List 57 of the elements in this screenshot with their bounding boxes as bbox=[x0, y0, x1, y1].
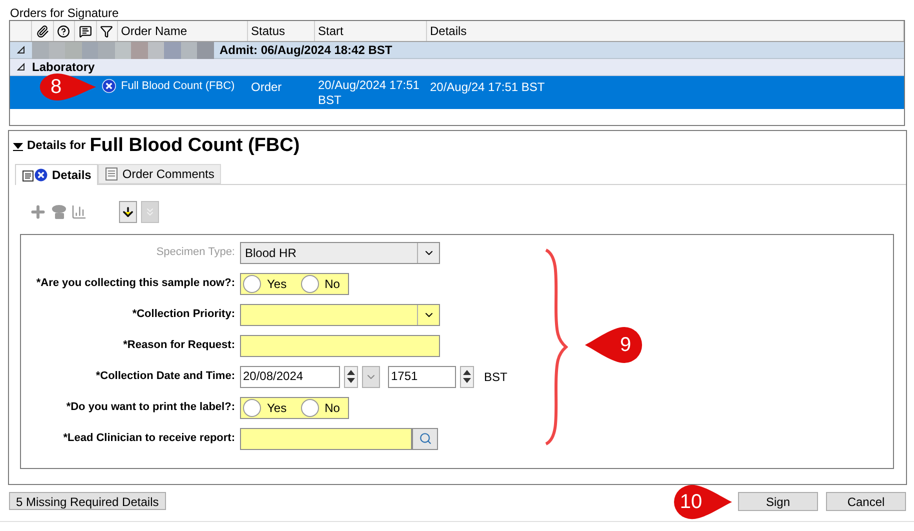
expand-toggle-icon[interactable] bbox=[17, 46, 25, 54]
tab[interactable]: Details bbox=[15, 164, 98, 185]
bar-chart-icon[interactable] bbox=[71, 204, 87, 220]
field-label: *Do you want to print the label?: bbox=[66, 400, 235, 416]
search-button[interactable] bbox=[412, 428, 438, 450]
radio-option[interactable]: Yes bbox=[243, 398, 295, 416]
date-field[interactable]: 20/08/2024 bbox=[240, 366, 340, 388]
missing-details-button[interactable]: 5 Missing Required Details bbox=[9, 492, 166, 510]
column-header[interactable]: Status bbox=[248, 21, 315, 41]
move-down-button[interactable] bbox=[119, 201, 137, 223]
cancel-circle-icon bbox=[34, 168, 48, 182]
group-row[interactable]: Laboratory bbox=[10, 59, 904, 76]
radio-option[interactable]: Yes bbox=[243, 274, 295, 292]
column-header[interactable]: Start bbox=[315, 21, 427, 41]
filter-icon[interactable] bbox=[100, 24, 114, 38]
document-icon bbox=[105, 167, 118, 181]
table-cell-text: Full Blood Count (FBC) bbox=[120, 79, 236, 94]
field-label: *Collection Date and Time: bbox=[96, 369, 235, 384]
collapse-toggle-icon[interactable] bbox=[13, 143, 23, 151]
field-label: *Lead Clinician to receive report: bbox=[63, 431, 235, 446]
table-cell-text: 20/Aug/24 17:51 BST bbox=[429, 79, 546, 96]
expand-toggle-icon[interactable] bbox=[17, 63, 25, 71]
double-chevron-icon bbox=[144, 206, 156, 218]
field-label: Specimen Type: bbox=[156, 245, 235, 260]
cancel-circle-icon bbox=[102, 79, 116, 93]
lookup-field[interactable] bbox=[240, 428, 412, 450]
encounter-row[interactable]: Admit: 06/Aug/2024 18:42 BST bbox=[10, 42, 904, 59]
field-label: *Collection Priority: bbox=[132, 307, 235, 322]
encounter-label: Admit: 06/Aug/2024 18:42 BST bbox=[220, 42, 392, 59]
radio-option[interactable]: No bbox=[300, 398, 348, 416]
arrow-down-icon bbox=[121, 205, 135, 219]
window-title: Orders for Signature bbox=[10, 5, 119, 22]
field-label: *Are you collecting this sample now?: bbox=[36, 276, 235, 292]
group-label: Laboratory bbox=[32, 59, 95, 76]
search-icon bbox=[418, 432, 432, 445]
details-title: Full Blood Count (FBC) bbox=[90, 135, 300, 157]
tab[interactable]: Order Comments bbox=[98, 164, 222, 184]
dropdown-field[interactable] bbox=[240, 304, 440, 326]
time-zone: BST bbox=[484, 368, 508, 386]
spin-buttons[interactable] bbox=[460, 366, 474, 388]
dialog-button[interactable]: Cancel bbox=[826, 492, 906, 511]
field-label: *Reason for Request: bbox=[123, 338, 235, 354]
radio-option[interactable]: No bbox=[300, 274, 348, 292]
dialog-button[interactable]: Sign bbox=[738, 492, 818, 511]
details-prefix: Details for bbox=[27, 137, 86, 154]
table-cell-text: 20/Aug/2024 17:51 BST bbox=[317, 78, 420, 108]
add-icon[interactable] bbox=[29, 203, 47, 221]
text-field[interactable] bbox=[240, 334, 440, 356]
time-field[interactable]: 1751 bbox=[388, 366, 456, 388]
column-header[interactable]: Order Name bbox=[118, 21, 248, 41]
paperclip-icon[interactable] bbox=[36, 24, 49, 38]
column-header[interactable]: Details bbox=[427, 21, 904, 41]
comment-icon[interactable] bbox=[78, 24, 92, 38]
pill-icon[interactable] bbox=[51, 204, 67, 220]
help-icon[interactable] bbox=[57, 24, 70, 38]
spin-buttons[interactable] bbox=[344, 366, 358, 388]
table-cell-text: Order bbox=[250, 79, 283, 96]
